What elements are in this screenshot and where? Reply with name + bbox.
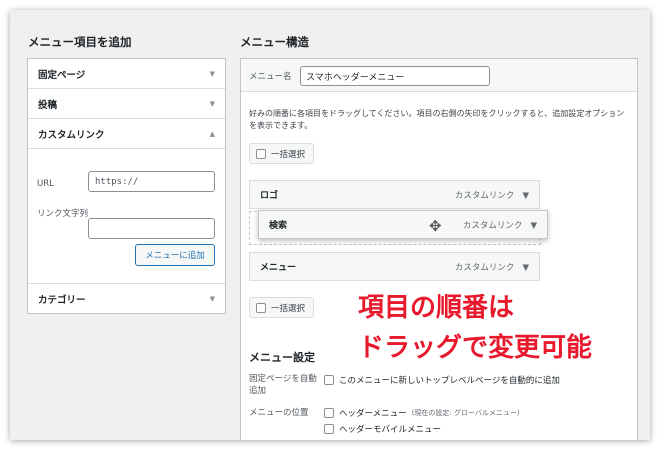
accordion-categories[interactable]: カテゴリー ▼ [28,284,225,314]
menu-structure-heading: メニュー構造 [240,35,309,49]
link-text-label: リンク文字列 [37,209,89,219]
caret-down-icon: ▼ [209,295,215,303]
bulk-select-label: 一括選択 [271,149,306,160]
checkbox-icon[interactable] [324,408,334,418]
accordion-pages[interactable]: 固定ページ ▼ [28,59,225,89]
menu-name-label: メニュー名 [249,72,292,82]
location-header-menu[interactable]: ヘッダーメニュー (現在の設定: グローバルメニュー) [324,407,520,419]
menu-name-input[interactable]: スマホヘッダーメニュー [300,66,490,86]
checkbox-icon[interactable] [256,148,266,159]
menu-item-logo[interactable]: ロゴ カスタムリンク ▼ [249,180,540,209]
bulk-select-label: 一括選択 [271,303,306,314]
add-menu-items-heading: メニュー項目を追加 [28,35,132,49]
checkbox-icon[interactable] [324,424,334,434]
accordion-custom-links-label: カスタムリンク [38,129,105,141]
annotation-line-2: ドラッグで変更可能 [358,333,593,363]
caret-down-icon: ▼ [209,99,215,108]
menu-structure-panel: メニュー名 スマホヘッダーメニュー 好みの順番に各項目をドラッグしてください。項… [240,58,638,440]
menu-item-type: カスタムリンク ▼ [454,190,529,201]
menu-settings-heading: メニュー設定 [249,351,315,364]
link-text-input[interactable] [88,218,215,239]
checkbox-icon[interactable] [256,302,266,313]
annotation-line-1: 項目の順番は [358,293,515,323]
checkbox-icon[interactable] [324,375,334,385]
menu-item-type: カスタムリンク ▼ [454,262,529,273]
instructions-text: 好みの順番に各項目をドラッグしてください。項目の右側の矢印をクリックすると、追加… [249,109,625,130]
location-header-mobile-menu[interactable]: ヘッダーモバイルメニュー [324,423,441,435]
move-cursor-icon: ✥ [429,217,442,235]
auto-add-label: 固定ページを自動 追加 [249,374,317,396]
menu-item-search[interactable]: 検索 ✥ カスタムリンク ▼ [258,210,548,239]
menu-item-title: ロゴ [260,191,279,201]
accordion-custom-links[interactable]: カスタムリンク ▲ [28,119,225,149]
menu-item-type: カスタムリンク ▼ [462,220,537,231]
menu-name-bar: メニュー名 スマホヘッダーメニュー [241,59,637,92]
add-to-menu-button[interactable]: メニューに追加 [135,244,215,266]
menu-item-title: 検索 [269,221,288,231]
add-menu-items-panel: 固定ページ ▼ 投稿 ▼ カスタムリンク ▲ URL https:// リンク文… [27,58,226,314]
bulk-select-top[interactable]: 一括選択 [249,143,315,164]
accordion-pages-label: 固定ページ [38,69,86,81]
bulk-select-bottom[interactable]: 一括選択 [249,297,315,318]
accordion-posts-label: 投稿 [38,99,58,111]
url-input[interactable]: https:// [88,171,215,192]
custom-links-body: URL https:// リンク文字列 メニューに追加 [28,149,225,284]
menu-item-menu[interactable]: メニュー カスタムリンク ▼ [249,252,540,281]
auto-add-option[interactable]: このメニューに新しいトップレベルページを自動的に追加 [324,374,560,386]
accordion-posts[interactable]: 投稿 ▼ [28,89,225,119]
caret-down-icon: ▼ [209,69,215,78]
menu-item-title: メニュー [260,263,297,273]
menu-location-label: メニューの位置 [249,408,309,418]
accordion-categories-label: カテゴリー [38,295,86,306]
screenshot-frame: メニュー項目を追加 固定ページ ▼ 投稿 ▼ カスタムリンク ▲ URL htt… [10,10,650,440]
url-label: URL [37,179,54,189]
caret-up-icon: ▲ [209,129,215,138]
